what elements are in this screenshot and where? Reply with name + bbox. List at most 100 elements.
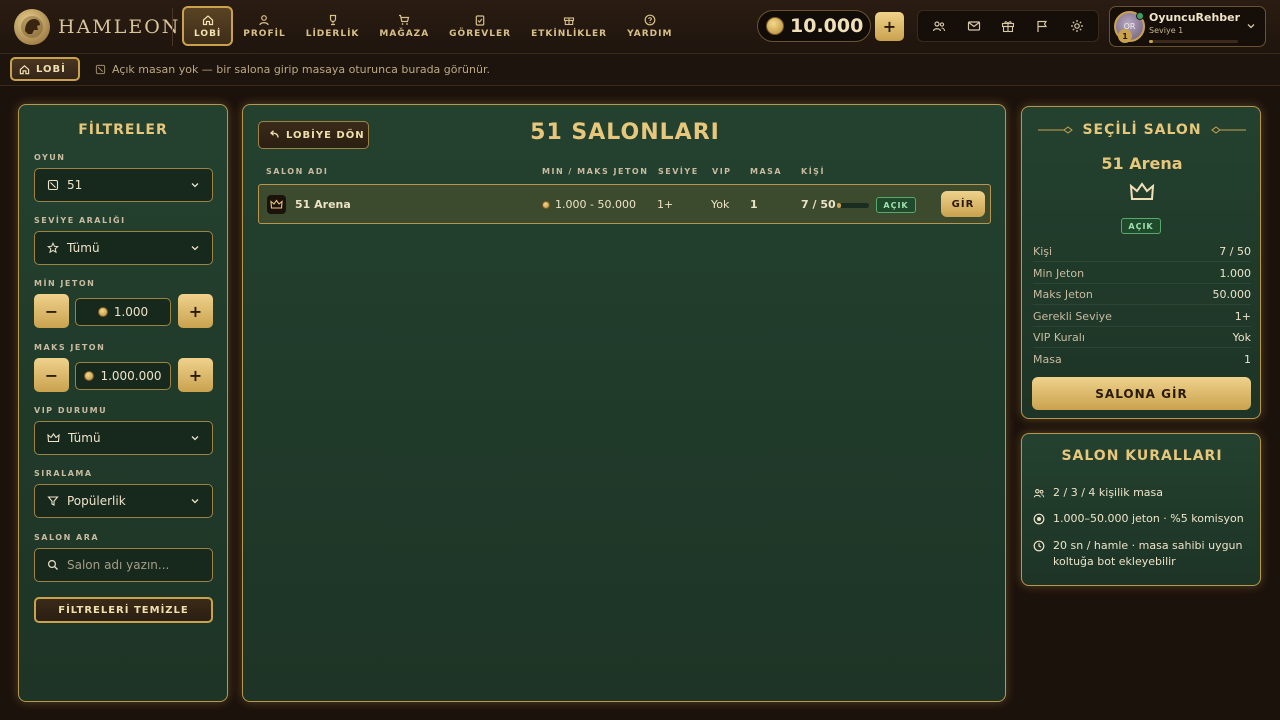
- nav-item-events[interactable]: ETKİNLİKLER: [521, 6, 617, 46]
- info-key: Min Jeton: [1033, 266, 1085, 280]
- mail-icon[interactable]: [967, 19, 981, 33]
- level-range-label: SEVİYE ARALIĞI: [34, 216, 126, 225]
- chevron-down-icon: [1247, 24, 1255, 29]
- cards-icon: [47, 179, 59, 191]
- xp-progress-fill: [1149, 40, 1154, 43]
- coin-icon: [1033, 513, 1045, 525]
- nav-label: ETKİNLİKLER: [531, 28, 608, 39]
- flag-icon[interactable]: [1035, 19, 1049, 33]
- salon-search-field[interactable]: Salon adı yazın...: [34, 548, 213, 582]
- friends-icon[interactable]: [932, 19, 946, 33]
- nav-item-missions[interactable]: GÖREVLER: [439, 6, 521, 46]
- salon-list-panel: LOBİYE DÖN 51 SALONLARI SALON ADI MIN / …: [242, 104, 1006, 702]
- user-level: Seviye 1: [1149, 26, 1184, 35]
- crown-icon: [47, 433, 60, 443]
- chevron-down-icon: [191, 183, 199, 188]
- clock-icon: [1033, 540, 1045, 552]
- info-value: 50.000: [1212, 287, 1252, 301]
- home-icon: [19, 64, 30, 74]
- filter-icon: [47, 496, 59, 506]
- occupancy-fill: [837, 203, 842, 208]
- salon-tables: 1: [750, 198, 758, 211]
- info-value: 1: [1244, 353, 1251, 366]
- column-header-level: SEVİYE: [658, 167, 699, 176]
- lion-logo-icon: [14, 9, 50, 45]
- vip-status-select[interactable]: Tümü: [34, 421, 213, 455]
- nav-item-leaderboard[interactable]: LİDERLİK: [296, 6, 370, 46]
- balance-display[interactable]: 10.000: [757, 10, 871, 42]
- info-row-min-chip: Min Jeton 1.000: [1033, 263, 1251, 284]
- brand-logo[interactable]: HAMLEON: [14, 9, 180, 45]
- selected-salon-title: SEÇİLİ SALON: [1082, 122, 1202, 138]
- column-header-range: MIN / MAKS JETON: [542, 167, 649, 176]
- info-row-vip-rule: VIP Kuralı Yok: [1033, 327, 1251, 348]
- help-icon: [644, 14, 656, 25]
- home-icon: [202, 14, 213, 25]
- nav-item-profile[interactable]: PROFİL: [233, 6, 295, 46]
- nav-item-lobby[interactable]: LOBİ: [182, 6, 234, 46]
- brand-name: HAMLEON: [58, 16, 181, 38]
- lobby-chip[interactable]: LOBİ: [10, 57, 80, 81]
- info-row-players: Kişi 7 / 50: [1033, 241, 1251, 262]
- info-row-tables: Masa 1: [1033, 349, 1251, 370]
- max-chip-field[interactable]: 1.000.000: [75, 362, 171, 390]
- lobby-chip-label: LOBİ: [36, 63, 66, 75]
- xp-progress-bar: [1149, 40, 1238, 43]
- rule-text: 2 / 3 / 4 kişilik masa: [1053, 486, 1164, 499]
- table-row[interactable]: 51 Arena 1.000 - 50.000 1+ Yok 1 7 / 50 …: [258, 184, 991, 224]
- salon-vip: Yok: [711, 198, 730, 211]
- header-icon-group: [917, 10, 1099, 42]
- nav-item-help[interactable]: YARDIM: [617, 6, 682, 46]
- min-chip-increase-button[interactable]: +: [178, 294, 213, 328]
- info-value: 1.000: [1219, 266, 1252, 280]
- min-chip-decrease-button[interactable]: −: [34, 294, 69, 328]
- min-chip-field[interactable]: 1.000: [75, 298, 171, 326]
- add-coins-button[interactable]: +: [875, 12, 904, 41]
- open-table-message: Açık masan yok — bir salona girip masaya…: [95, 63, 490, 76]
- rules-title: SALON KURALLARI: [1061, 448, 1223, 464]
- join-salon-button[interactable]: SALONA GİR: [1032, 377, 1251, 410]
- status-bar: LOBİ Açık masan yok — bir salona girip m…: [0, 54, 1280, 86]
- settings-icon[interactable]: [1070, 19, 1084, 33]
- status-badge: AÇIK: [876, 197, 916, 213]
- chevron-down-icon: [191, 436, 199, 441]
- salon-range-cell: 1.000 - 50.000: [542, 198, 636, 211]
- cart-icon: [399, 14, 410, 25]
- nav-label: LİDERLİK: [305, 28, 360, 39]
- min-chip-label: MİN JETON: [34, 279, 96, 288]
- gift-icon[interactable]: [1001, 19, 1015, 33]
- enter-salon-button[interactable]: GİR: [941, 191, 985, 217]
- user-menu[interactable]: OR 1 OyuncuRehber Seviye 1: [1109, 6, 1266, 47]
- salon-rules-panel: SALON KURALLARI 2 / 3 / 4 kişilik masa 1…: [1021, 433, 1261, 586]
- vip-status-value: Tümü: [68, 431, 101, 445]
- selected-salon-name: 51 Arena: [1101, 154, 1183, 173]
- sort-select[interactable]: Popülerlik: [34, 484, 213, 518]
- salon-name: 51 Arena: [295, 198, 351, 211]
- game-label: OYUN: [34, 153, 66, 162]
- gift-icon: [564, 16, 575, 25]
- column-header-tables: MASA: [750, 167, 783, 176]
- nav-item-store[interactable]: MAĞAZA: [369, 6, 439, 46]
- search-icon: [47, 559, 58, 570]
- clear-filters-button[interactable]: FİLTRELERİ TEMİZLE: [34, 597, 213, 623]
- rule-text: 1.000–50.000 jeton · %5 komisyon: [1053, 512, 1244, 525]
- info-key: Maks Jeton: [1033, 287, 1093, 301]
- column-header-vip: VIP: [712, 167, 732, 176]
- selected-salon-panel: SEÇİLİ SALON 51 Arena AÇIK Kişi 7 / 50 Mi…: [1021, 106, 1261, 419]
- star-icon: [47, 242, 59, 254]
- info-value: 7 / 50: [1219, 244, 1251, 258]
- info-value: 1+: [1234, 309, 1251, 323]
- salon-range: 1.000 - 50.000: [555, 198, 636, 211]
- search-label: SALON ARA: [34, 533, 100, 542]
- rule-item: 1.000–50.000 jeton · %5 komisyon: [1033, 511, 1251, 527]
- chevron-down-icon: [191, 246, 199, 251]
- coin-icon: [542, 200, 550, 209]
- max-chip-decrease-button[interactable]: −: [34, 358, 69, 392]
- rule-text: 20 sn / hamle · masa sahibi uygun koltuğ…: [1053, 539, 1243, 568]
- game-select[interactable]: 51: [34, 168, 213, 202]
- max-chip-increase-button[interactable]: +: [178, 358, 213, 392]
- balance-value: 10.000: [790, 15, 864, 37]
- salon-crown-badge: [267, 195, 286, 214]
- level-range-select[interactable]: Tümü: [34, 231, 213, 265]
- salon-level: 1+: [657, 198, 674, 211]
